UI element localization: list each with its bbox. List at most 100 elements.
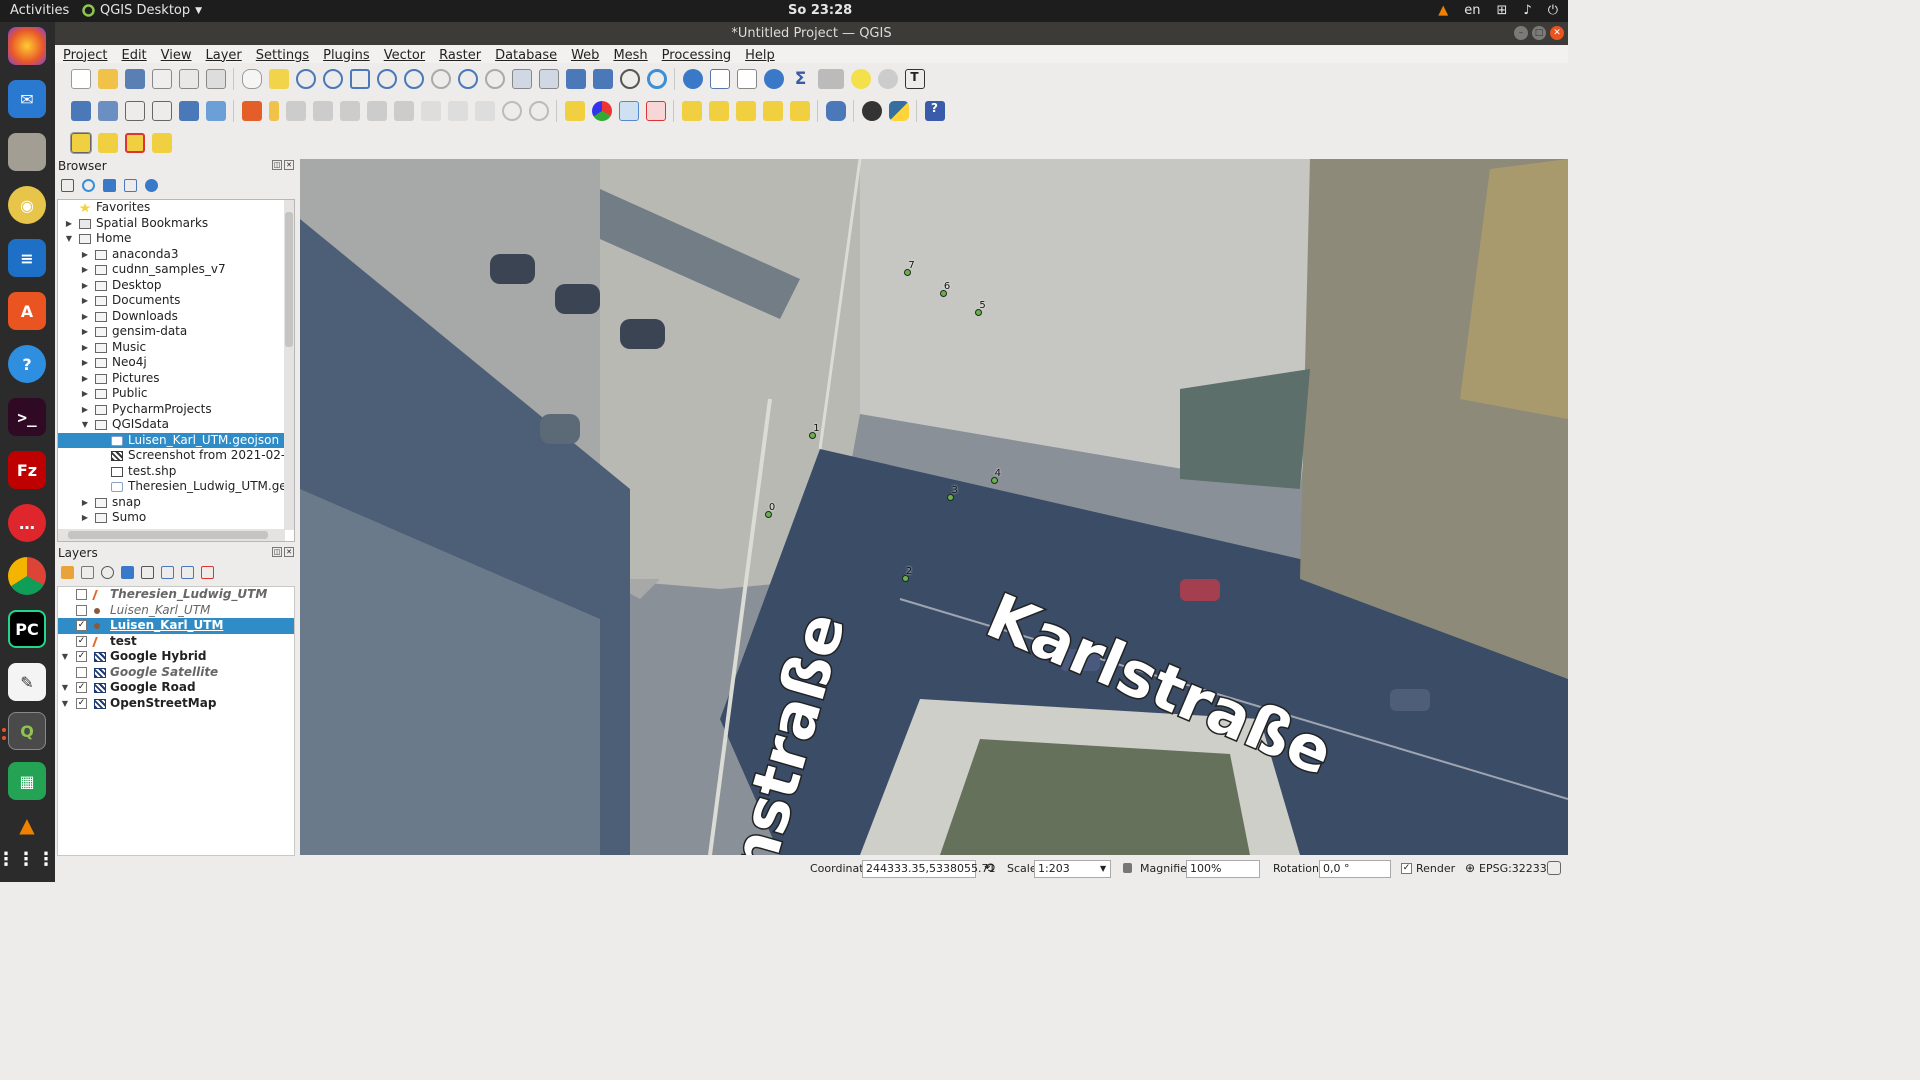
firefox-icon[interactable]: [8, 27, 46, 65]
zoom-next-icon[interactable]: [484, 69, 505, 89]
layer-visibility-checkbox[interactable]: ✓: [76, 651, 87, 662]
maximize-button[interactable]: □: [1532, 26, 1546, 40]
copy-features-icon[interactable]: [447, 101, 468, 121]
field-calculator-icon[interactable]: [736, 69, 757, 89]
new-3d-map-icon[interactable]: [538, 69, 559, 89]
layer-visibility-checkbox[interactable]: [76, 666, 87, 678]
browser-item[interactable]: ▶ anaconda3: [58, 247, 285, 263]
menu-layer[interactable]: Layer: [206, 48, 242, 63]
save-project-icon[interactable]: [124, 69, 145, 89]
show-apps-icon[interactable]: ⋮⋮⋮: [0, 840, 55, 878]
layer-visibility-checkbox[interactable]: ✓: [76, 635, 87, 647]
browser-item[interactable]: Screenshot from 2021-02-07: [58, 448, 294, 464]
crs-button[interactable]: EPSG:32233: [1479, 862, 1547, 875]
menu-help[interactable]: Help: [745, 48, 775, 63]
current-edits-icon[interactable]: [241, 101, 262, 121]
layer-item[interactable]: ▼ ✓ OpenStreetMap: [58, 696, 294, 712]
map-canvas[interactable]: Karlstraße nstraße 01234567: [300, 159, 1568, 855]
refresh-icon[interactable]: [646, 69, 667, 89]
messages-icon[interactable]: [1547, 861, 1561, 875]
data-source-manager-icon[interactable]: [70, 101, 91, 121]
collapse-arrow-icon[interactable]: ▶: [80, 495, 90, 511]
writer-icon[interactable]: ≡: [8, 239, 46, 277]
remove-layer-icon[interactable]: [201, 565, 214, 579]
collapse-arrow-icon[interactable]: ▶: [80, 386, 90, 402]
vlc-dock-icon[interactable]: ▲: [8, 806, 46, 844]
filter-by-expression-icon[interactable]: [141, 565, 154, 579]
rhythmbox-icon[interactable]: ◉: [8, 186, 46, 224]
show-bookmarks-icon[interactable]: [592, 69, 613, 89]
pin-label-icon[interactable]: [681, 101, 702, 121]
new-bookmark-icon[interactable]: [565, 69, 586, 89]
browser-item[interactable]: ▶ Neo4j: [58, 355, 285, 371]
whats-this-help-icon[interactable]: ?: [924, 101, 945, 121]
map-tips-icon[interactable]: [850, 69, 871, 89]
help-icon[interactable]: ?: [8, 345, 46, 383]
collapse-arrow-icon[interactable]: ▶: [80, 371, 90, 387]
browser-item[interactable]: Luisen_Karl_UTM.geojson: [58, 432, 285, 448]
close-panel-icon[interactable]: ✕: [284, 160, 294, 170]
pycharm-icon[interactable]: PC: [8, 610, 46, 648]
show-unplaced-labels-icon[interactable]: [645, 101, 666, 121]
collapse-arrow-icon[interactable]: ▶: [64, 216, 74, 232]
layer-visibility-checkbox[interactable]: ✓: [76, 620, 87, 631]
show-hide-label-icon[interactable]: [708, 101, 729, 121]
browser-item[interactable]: ▼ Home: [58, 231, 285, 247]
layer-item[interactable]: ▼ ✓ Google Hybrid: [58, 649, 294, 665]
diagram-icon[interactable]: [591, 101, 612, 121]
browser-item[interactable]: ▶ Spatial Bookmarks: [58, 216, 285, 232]
attribute-table-icon[interactable]: [709, 69, 730, 89]
collapse-arrow-icon[interactable]: ▶: [80, 324, 90, 340]
zoom-out-icon[interactable]: [322, 69, 343, 89]
label-toolbar-icon[interactable]: [564, 101, 585, 121]
browser-item[interactable]: ▶ snap: [58, 495, 285, 511]
browser-item[interactable]: ▶ Desktop: [58, 278, 285, 294]
browser-item[interactable]: ▶ Downloads: [58, 309, 285, 325]
zoom-native-icon[interactable]: [430, 69, 451, 89]
modify-attributes-icon[interactable]: [366, 101, 387, 121]
files-icon[interactable]: [8, 133, 46, 171]
network-icon[interactable]: ⊞: [1497, 3, 1508, 18]
highlight-pinned-labels-icon[interactable]: [618, 101, 639, 121]
add-selected-layers-icon[interactable]: [61, 178, 74, 192]
activities-button[interactable]: Activities: [10, 3, 69, 18]
measure-icon[interactable]: [817, 69, 844, 89]
select-features-icon[interactable]: [69, 132, 92, 154]
magnifier-spinbox[interactable]: 100%: [1186, 860, 1260, 878]
browser-item[interactable]: ▶ Pictures: [58, 371, 285, 387]
new-geopackage-icon[interactable]: [97, 101, 118, 121]
rotation-spinbox[interactable]: 0,0 °: [1319, 860, 1391, 878]
menu-settings[interactable]: Settings: [256, 48, 309, 63]
layout-manager-icon[interactable]: [178, 69, 199, 89]
paste-features-icon[interactable]: [474, 101, 495, 121]
menu-project[interactable]: Project: [63, 48, 107, 63]
collapse-all-icon[interactable]: [181, 565, 194, 579]
collapse-arrow-icon[interactable]: ▶: [80, 293, 90, 309]
filezilla-icon[interactable]: Fz: [8, 451, 46, 489]
python-console-icon[interactable]: [888, 101, 909, 121]
new-map-view-icon[interactable]: [511, 69, 532, 89]
save-edits-icon[interactable]: [285, 101, 306, 121]
vlc-icon[interactable]: ▲: [1438, 3, 1448, 18]
app-menu[interactable]: QGIS Desktop ▼: [82, 3, 202, 18]
select-by-expression-icon[interactable]: [877, 69, 898, 89]
menu-database[interactable]: Database: [495, 48, 557, 63]
temporal-controller-icon[interactable]: [619, 69, 640, 89]
filter-legend-icon[interactable]: [121, 565, 134, 579]
expand-arrow-icon[interactable]: ▼: [64, 231, 74, 247]
manage-themes-icon[interactable]: [101, 565, 114, 579]
layer-visibility-checkbox[interactable]: ✓: [76, 682, 87, 693]
render-checkbox[interactable]: ✓: [1401, 863, 1412, 874]
delete-selected-icon[interactable]: [393, 101, 414, 121]
menu-mesh[interactable]: Mesh: [613, 48, 647, 63]
zoom-in-icon[interactable]: [295, 69, 316, 89]
globe-plugin-icon[interactable]: [861, 101, 882, 121]
new-project-icon[interactable]: [70, 69, 91, 89]
chat-icon[interactable]: …: [8, 504, 46, 542]
redo-icon[interactable]: [528, 101, 549, 121]
float-panel-icon[interactable]: ◫: [272, 160, 282, 170]
layer-visibility-checkbox[interactable]: [76, 589, 87, 600]
cut-features-icon[interactable]: [420, 101, 441, 121]
power-icon[interactable]: ⏻: [1548, 3, 1558, 18]
properties-info-icon[interactable]: [145, 178, 158, 192]
